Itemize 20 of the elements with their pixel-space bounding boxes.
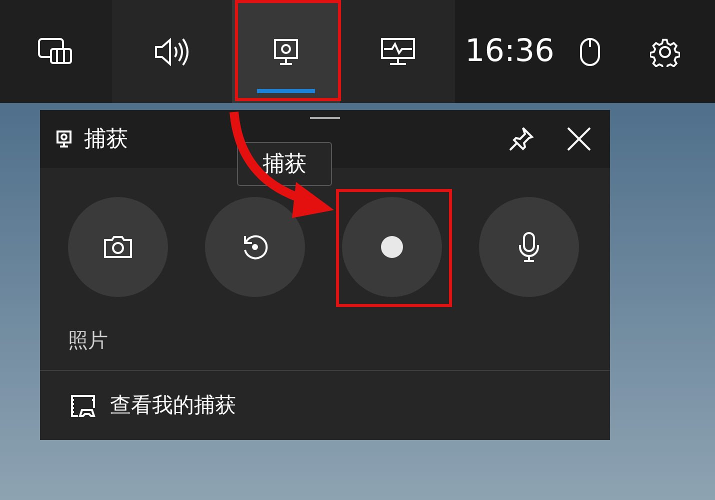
widgets-icon [37,36,75,66]
settings-icon[interactable] [650,36,680,66]
clock-time: 16:36 [465,32,556,72]
monitor-icon [380,36,416,66]
gallery-controller-icon [70,394,96,418]
panel-title: 捕获 [84,126,128,154]
microphone-icon [518,231,540,263]
audio-tab[interactable] [112,0,232,103]
webcam-icon [56,130,72,148]
performance-tab[interactable] [340,0,455,103]
drag-handle[interactable] [310,117,340,119]
view-captures-link[interactable]: 查看我的捕获 [40,370,610,440]
webcam-icon [273,38,299,66]
close-icon[interactable] [566,126,592,152]
speaker-icon [153,36,191,68]
pin-icon[interactable] [508,126,534,152]
camera-icon [103,235,133,259]
mode-caption: 照片 [68,328,108,352]
record-dot-icon [381,236,403,258]
mouse-icon[interactable] [579,36,601,66]
